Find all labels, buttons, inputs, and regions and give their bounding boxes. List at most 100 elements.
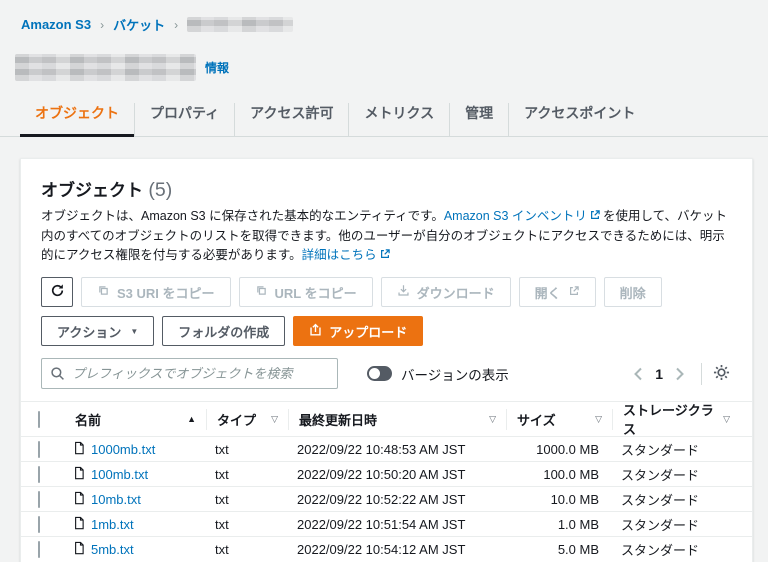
chevron-down-icon: ▼	[130, 326, 139, 336]
column-type-label: タイプ	[217, 412, 257, 428]
object-toolbar-secondary: アクション ▼ フォルダの作成 アップロード	[41, 316, 732, 346]
row-checkbox[interactable]	[38, 541, 40, 558]
refresh-button[interactable]	[41, 277, 73, 307]
object-count: (5)	[148, 179, 173, 201]
object-modified: 2022/09/22 10:54:12 AM JST	[297, 542, 466, 557]
column-header-name[interactable]: 名前 ▲	[73, 408, 207, 430]
refresh-icon	[50, 283, 65, 301]
create-folder-button[interactable]: フォルダの作成	[162, 316, 286, 346]
panel-title: オブジェクト (5)	[41, 176, 732, 202]
sort-ascending-icon: ▲	[187, 414, 196, 424]
tab-properties[interactable]: プロパティ	[134, 103, 234, 136]
learn-more-link[interactable]: 詳細はこちら	[302, 248, 377, 262]
delete-label: 削除	[619, 285, 646, 301]
file-icon	[73, 516, 85, 533]
column-header-size[interactable]: サイズ ▽	[515, 408, 613, 430]
delete-button[interactable]: 削除	[603, 277, 662, 307]
object-name-link[interactable]: 100mb.txt	[91, 467, 148, 482]
open-button[interactable]: 開く	[518, 277, 596, 307]
search-icon	[51, 367, 64, 380]
prefix-search-input[interactable]	[41, 358, 338, 389]
tab-permissions[interactable]: アクセス許可	[234, 103, 348, 136]
sort-icon: ▽	[489, 413, 496, 424]
row-checkbox[interactable]	[38, 465, 40, 483]
table-row: 5mb.txt txt 2022/09/22 10:54:12 AM JST 5…	[21, 537, 752, 562]
object-storage-class: スタンダード	[621, 517, 700, 533]
object-name-link[interactable]: 10mb.txt	[91, 492, 141, 507]
external-link-icon	[589, 208, 601, 227]
copy-url-button[interactable]: URL をコピー	[238, 277, 373, 307]
breadcrumb-separator: ›	[100, 17, 105, 32]
breadcrumb-separator: ›	[174, 17, 179, 32]
object-modified: 2022/09/22 10:51:54 AM JST	[297, 516, 466, 532]
column-header-modified[interactable]: 最終更新日時 ▽	[297, 408, 507, 430]
toggle-knob	[369, 368, 380, 379]
breadcrumb-buckets-link[interactable]: バケット	[113, 15, 165, 34]
column-header-storage-class[interactable]: ストレージクラス ▽	[621, 403, 740, 437]
page-title-row: 情報	[15, 54, 768, 81]
row-checkbox[interactable]	[38, 490, 40, 508]
upload-icon	[309, 323, 322, 339]
toggle-switch[interactable]	[367, 366, 392, 381]
actions-dropdown-button[interactable]: アクション ▼	[41, 316, 155, 346]
search-box	[41, 358, 338, 389]
column-storage-label: ストレージクラス	[623, 403, 714, 437]
tab-access-points[interactable]: アクセスポイント	[508, 103, 650, 136]
download-button[interactable]: ダウンロード	[380, 277, 511, 307]
pagination: 1	[628, 362, 732, 386]
object-type: txt	[215, 491, 229, 507]
table-body: 1000mb.txt txt 2022/09/22 10:48:53 AM JS…	[21, 437, 752, 562]
objects-panel: オブジェクト (5) オブジェクトは、Amazon S3 に保存された基本的なエ…	[20, 158, 753, 562]
column-header-type[interactable]: タイプ ▽	[215, 408, 289, 430]
download-icon	[397, 284, 410, 300]
download-label: ダウンロード	[416, 285, 495, 301]
row-checkbox[interactable]	[38, 515, 40, 533]
open-label: 開く	[534, 285, 561, 301]
next-page-button[interactable]	[669, 365, 690, 383]
row-checkbox[interactable]	[38, 440, 40, 458]
external-link-icon	[379, 247, 391, 266]
breadcrumb: Amazon S3 › バケット ›	[0, 0, 768, 34]
tab-management[interactable]: 管理	[449, 103, 508, 136]
copy-s3-uri-button[interactable]: S3 URI をコピー	[81, 277, 231, 307]
table-header-row: 名前 ▲ タイプ ▽ 最終更新日時 ▽ サイズ ▽ ストレージクラス ▽	[21, 402, 752, 437]
table-row: 100mb.txt txt 2022/09/22 10:50:20 AM JST…	[21, 462, 752, 487]
table-row: 10mb.txt txt 2022/09/22 10:52:22 AM JST …	[21, 487, 752, 512]
filter-row: バージョンの表示 1	[41, 358, 732, 389]
copy-url-label: URL をコピー	[274, 285, 357, 301]
current-page-number[interactable]: 1	[649, 366, 669, 382]
file-icon	[73, 466, 85, 483]
breadcrumb-amazon-s3-link[interactable]: Amazon S3	[21, 17, 91, 32]
tab-objects[interactable]: オブジェクト	[20, 103, 134, 137]
info-link[interactable]: 情報	[205, 59, 229, 76]
object-size: 100.0 MB	[543, 466, 599, 482]
column-modified-label: 最終更新日時	[299, 412, 378, 428]
object-modified: 2022/09/22 10:48:53 AM JST	[297, 441, 466, 457]
object-size: 5.0 MB	[557, 542, 599, 557]
object-size: 1000.0 MB	[536, 441, 599, 457]
object-name-link[interactable]: 1mb.txt	[91, 517, 134, 532]
previous-page-button[interactable]	[628, 365, 649, 383]
sort-icon: ▽	[723, 413, 730, 424]
tab-metrics[interactable]: メトリクス	[348, 103, 449, 136]
file-icon	[73, 441, 85, 458]
object-modified: 2022/09/22 10:50:20 AM JST	[297, 466, 466, 482]
object-size: 10.0 MB	[550, 491, 599, 507]
file-icon	[73, 491, 85, 508]
sort-icon: ▽	[595, 413, 602, 424]
show-versions-toggle[interactable]: バージョンの表示	[367, 364, 509, 384]
object-type: txt	[215, 542, 229, 557]
bucket-name-redacted	[15, 54, 196, 81]
object-size: 1.0 MB	[557, 516, 599, 532]
object-name-link[interactable]: 1000mb.txt	[91, 442, 155, 457]
breadcrumb-bucket-name-redacted	[187, 17, 294, 32]
column-size-label: サイズ	[517, 412, 556, 428]
upload-button[interactable]: アップロード	[293, 316, 424, 346]
object-modified: 2022/09/22 10:52:22 AM JST	[297, 491, 466, 507]
preferences-button[interactable]	[711, 362, 732, 386]
s3-inventory-link[interactable]: Amazon S3 インベントリ	[444, 209, 587, 223]
select-all-checkbox[interactable]	[38, 410, 40, 428]
actions-label: アクション	[57, 324, 122, 340]
object-name-link[interactable]: 5mb.txt	[91, 542, 134, 557]
show-versions-label: バージョンの表示	[401, 367, 509, 383]
